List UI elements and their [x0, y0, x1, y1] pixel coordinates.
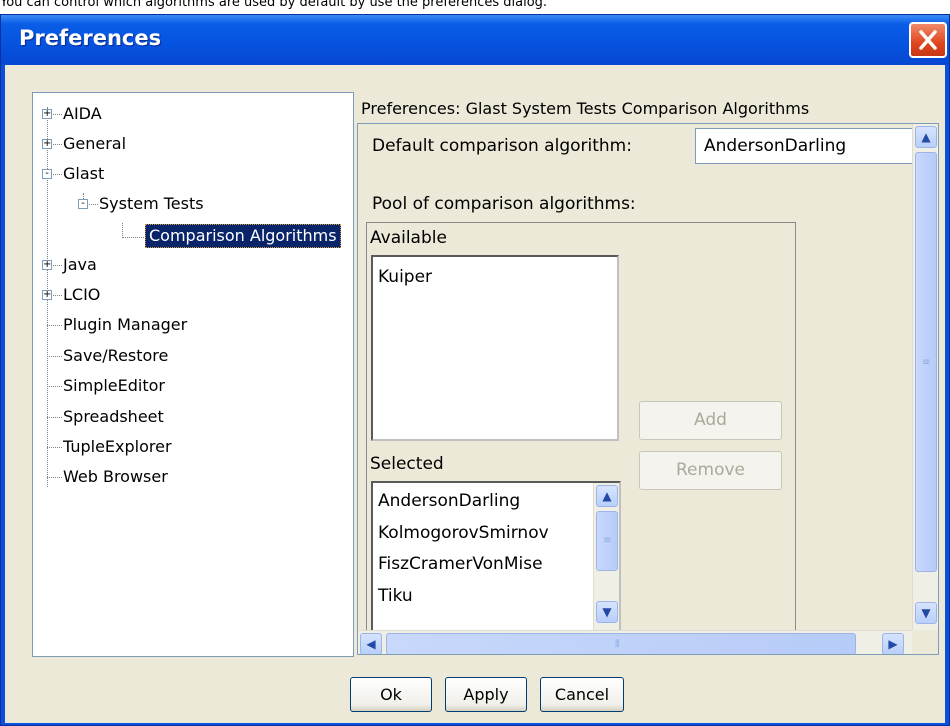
tree-connector — [53, 114, 62, 115]
list-item[interactable]: AndersonDarling — [378, 491, 520, 511]
tree-connector — [53, 265, 62, 266]
tree-item-plugin-manager[interactable]: Plugin Manager — [33, 313, 353, 337]
tree-item-java[interactable]: + Java — [33, 253, 353, 277]
default-algorithm-select[interactable]: AndersonDarling — [695, 128, 927, 164]
expand-icon[interactable]: + — [42, 109, 52, 119]
close-icon — [919, 30, 937, 50]
tree-label: Plugin Manager — [63, 315, 188, 334]
available-list[interactable]: Kuiper — [371, 255, 619, 441]
tree-item-simple-editor[interactable]: SimpleEditor — [33, 374, 353, 398]
preferences-scroll-panel: Default comparison algorithm: AndersonDa… — [357, 123, 939, 655]
grip-icon: ⦀ — [615, 639, 620, 650]
panel-horizontal-scrollbar[interactable]: ◀ ⦀ ▶ — [358, 630, 912, 654]
scroll-thumb[interactable]: ≡ — [596, 511, 618, 571]
tree-label: SimpleEditor — [63, 376, 165, 395]
available-label: Available — [370, 228, 447, 248]
tree-label: General — [63, 134, 127, 153]
selected-label: Selected — [370, 454, 444, 474]
tree-item-save-restore[interactable]: Save/Restore — [33, 344, 353, 368]
tree-item-glast[interactable]: - Glast — [33, 162, 353, 186]
scroll-up-button[interactable]: ▲ — [596, 485, 618, 507]
scroll-thumb[interactable]: ≡ — [915, 152, 937, 572]
tree-connector — [53, 144, 62, 145]
tree-item-aida[interactable]: + AIDA — [33, 102, 353, 126]
scroll-right-button[interactable]: ▶ — [882, 633, 904, 654]
tree-connector — [53, 174, 62, 175]
list-item[interactable]: Kuiper — [378, 267, 432, 287]
expand-icon[interactable]: + — [42, 139, 52, 149]
default-algorithm-label: Default comparison algorithm: — [372, 136, 632, 156]
tree-label: Spreadsheet — [63, 407, 164, 426]
preferences-tree[interactable]: + AIDA + General - Glast - System Tests — [32, 92, 354, 657]
remove-button[interactable]: Remove — [639, 451, 782, 490]
panel-heading: Preferences: Glast System Tests Comparis… — [361, 99, 810, 118]
scroll-up-button[interactable]: ▲ — [915, 126, 937, 148]
tree-item-general[interactable]: + General — [33, 132, 353, 156]
tree-label: AIDA — [63, 104, 102, 123]
tree-label: Comparison Algorithms — [145, 224, 341, 248]
scroll-left-button[interactable]: ◀ — [360, 633, 382, 654]
ok-button[interactable]: Ok — [350, 677, 432, 712]
tree-connector — [122, 237, 144, 238]
expand-icon[interactable]: + — [42, 260, 52, 270]
list-item[interactable]: Tiku — [378, 586, 413, 606]
tree-connector — [47, 477, 62, 478]
collapse-icon[interactable]: - — [42, 169, 52, 179]
page-caption: You can control which algorithms are use… — [0, 0, 548, 10]
tree-label: LCIO — [63, 285, 101, 304]
tree-connector — [47, 386, 62, 387]
tree-connector — [47, 447, 62, 448]
grip-icon: ≡ — [922, 357, 931, 368]
tree-item-system-tests[interactable]: - System Tests — [33, 192, 353, 216]
list-item[interactable]: KolmogorovSmirnov — [378, 523, 549, 543]
scroll-down-button[interactable]: ▼ — [596, 601, 618, 623]
scroll-down-button[interactable]: ▼ — [915, 602, 937, 624]
apply-button[interactable]: Apply — [445, 677, 527, 712]
pool-group: Available Kuiper Add Remove Selected And… — [366, 222, 796, 654]
pool-label: Pool of comparison algorithms: — [372, 194, 636, 214]
tree-label: Java — [63, 255, 97, 274]
panel-vertical-scrollbar[interactable]: ▲ ≡ ▼ — [912, 124, 938, 630]
grip-icon: ≡ — [603, 535, 612, 546]
tree-connector — [89, 204, 98, 205]
list-item[interactable]: FiszCramerVonMise — [378, 554, 543, 574]
title-bar[interactable]: Preferences — [1, 15, 949, 65]
tree-label: System Tests — [99, 194, 204, 213]
tree-label: TupleExplorer — [63, 437, 172, 456]
scroll-thumb[interactable]: ⦀ — [386, 633, 856, 654]
tree-connector — [53, 295, 62, 296]
selected-list[interactable]: AndersonDarling KolmogorovSmirnov FiszCr… — [371, 481, 621, 654]
collapse-icon[interactable]: - — [78, 199, 88, 209]
tree-connector — [47, 356, 62, 357]
tree-connector — [47, 325, 62, 326]
preferences-window: Preferences + AIDA + General - Glast - S… — [0, 14, 950, 726]
tree-item-comparison-algorithms[interactable]: Comparison Algorithms — [33, 223, 355, 248]
tree-label: Web Browser — [63, 467, 168, 486]
dialog-body: + AIDA + General - Glast - System Tests — [5, 65, 945, 723]
tree-item-web-browser[interactable]: Web Browser — [33, 465, 353, 489]
window-title: Preferences — [19, 26, 162, 50]
tree-label: Glast — [63, 164, 105, 183]
close-button[interactable] — [909, 22, 947, 58]
expand-icon[interactable]: + — [42, 290, 52, 300]
tree-item-lcio[interactable]: + LCIO — [33, 283, 353, 307]
add-button[interactable]: Add — [639, 401, 782, 440]
tree-connector — [47, 417, 62, 418]
default-algorithm-value: AndersonDarling — [704, 136, 847, 156]
tree-item-tuple-explorer[interactable]: TupleExplorer — [33, 435, 353, 459]
tree-label: Save/Restore — [63, 346, 169, 365]
cancel-button[interactable]: Cancel — [540, 677, 624, 712]
tree-item-spreadsheet[interactable]: Spreadsheet — [33, 405, 353, 429]
